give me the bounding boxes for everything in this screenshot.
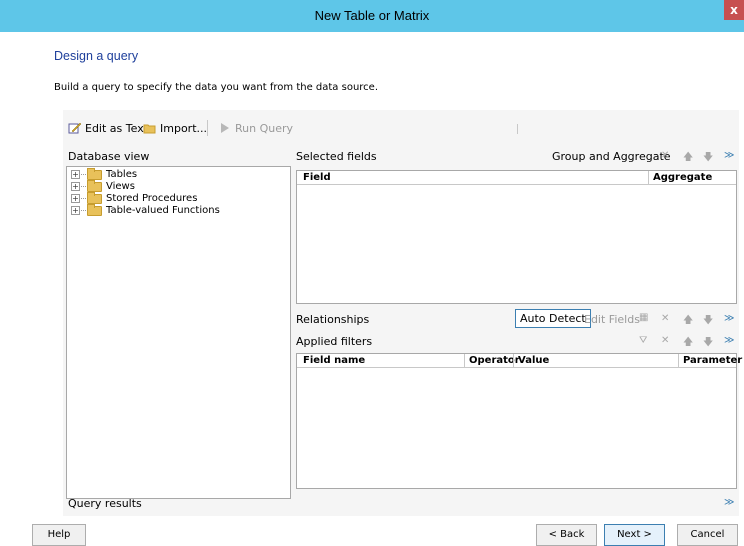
expand-icon[interactable]: ≫ [724, 313, 734, 324]
toolbar-separator [517, 124, 518, 134]
close-icon: x [730, 3, 738, 17]
import-button[interactable]: Import... [143, 120, 207, 136]
tree-item-label: Views [106, 181, 135, 192]
tree-connector [81, 210, 86, 211]
collapse-icon[interactable]: ≫ [724, 335, 734, 346]
help-button[interactable]: Help [32, 524, 86, 546]
expand-icon[interactable]: + [71, 194, 80, 203]
query-results-label: Query results [68, 497, 142, 510]
column-separator [678, 354, 679, 368]
column-separator [648, 171, 649, 185]
next-button[interactable]: Next > [604, 524, 665, 546]
relationships-label: Relationships [296, 313, 370, 326]
page-heading: Design a query [54, 49, 139, 63]
database-view-label: Database view [68, 150, 150, 163]
delete-icon[interactable]: ✕ [661, 335, 669, 346]
expand-icon[interactable]: + [71, 170, 80, 179]
tree-connector [81, 198, 86, 199]
folder-icon [87, 203, 102, 216]
column-header-parameter: Parameter [683, 355, 743, 366]
tree: + Tables + Views + Stored Procedures + T… [71, 167, 220, 217]
tree-item-stored-procedures[interactable]: + Stored Procedures [71, 191, 220, 204]
query-toolbar: Edit as Text Import... Run Query [63, 110, 739, 144]
database-view-tree[interactable]: + Tables + Views + Stored Procedures + T… [66, 166, 291, 499]
applied-filters-header: Field name Operator Value Parameter [297, 354, 742, 368]
edit-text-icon [68, 122, 82, 134]
title-bar: New Table or Matrix x [0, 0, 744, 32]
group-and-aggregate-toggle[interactable]: Group and Aggregate [552, 150, 671, 163]
column-header-value: Value [518, 355, 550, 366]
column-separator [513, 354, 514, 368]
tree-item-label: Table-valued Functions [106, 205, 220, 216]
window-title: New Table or Matrix [314, 8, 430, 23]
cancel-button[interactable]: Cancel [677, 524, 738, 546]
column-header-field: Field [303, 172, 331, 183]
folder-icon [87, 167, 102, 180]
arrow-down-icon[interactable]: 🡇 [703, 150, 713, 167]
tree-item-tables[interactable]: + Tables [71, 167, 220, 180]
selected-fields-grid[interactable]: Field Aggregate [296, 170, 737, 304]
toolbar-separator [207, 120, 208, 136]
close-button[interactable]: x [724, 0, 744, 20]
delete-icon[interactable]: ✕ [661, 150, 669, 161]
page-description: Build a query to specify the data you wa… [54, 82, 378, 93]
collapse-icon[interactable]: ≫ [724, 150, 734, 161]
selected-fields-header: Field Aggregate [297, 171, 736, 185]
applied-filters-grid[interactable]: Field name Operator Value Parameter [296, 353, 742, 489]
edit-fields-button[interactable]: Edit Fields [584, 313, 640, 326]
edit-as-text-label: Edit as Text [85, 121, 149, 135]
applied-filters-label: Applied filters [296, 335, 373, 348]
open-folder-icon [143, 124, 156, 134]
import-label: Import... [160, 121, 207, 135]
column-separator [464, 354, 465, 368]
tree-connector [81, 174, 86, 175]
filter-icon[interactable]: ⛛ [639, 335, 647, 346]
expand-icon[interactable]: ≫ [724, 497, 734, 508]
edit-as-text-button[interactable]: Edit as Text [68, 120, 148, 136]
folder-icon [87, 191, 102, 204]
arrow-down-icon[interactable]: 🡇 [703, 335, 713, 352]
tree-item-label: Tables [106, 169, 138, 180]
back-button[interactable]: < Back [536, 524, 597, 546]
delete-icon[interactable]: ✕ [661, 313, 669, 324]
arrow-up-icon[interactable]: 🡅 [683, 150, 693, 167]
run-query-label: Run Query [235, 121, 294, 135]
arrow-up-icon[interactable]: 🡅 [683, 313, 693, 330]
selected-fields-label: Selected fields [296, 150, 377, 163]
tree-item-label: Stored Procedures [106, 193, 198, 204]
arrow-up-icon[interactable]: 🡅 [683, 335, 693, 352]
grid-icon[interactable]: ▦ [639, 312, 648, 323]
auto-detect-button[interactable]: Auto Detect [515, 309, 591, 328]
folder-icon [87, 179, 102, 192]
run-icon [221, 123, 229, 133]
tree-connector [81, 186, 86, 187]
expand-icon[interactable]: + [71, 182, 80, 191]
column-header-aggregate: Aggregate [653, 172, 713, 183]
column-header-field-name: Field name [303, 355, 366, 366]
tree-item-views[interactable]: + Views [71, 179, 220, 192]
arrow-down-icon[interactable]: 🡇 [703, 313, 713, 330]
run-query-button[interactable]: Run Query [218, 120, 293, 136]
query-designer: Edit as Text Import... Run Query Databas… [63, 110, 742, 516]
tree-item-table-valued-functions[interactable]: + Table-valued Functions [71, 203, 220, 216]
expand-icon[interactable]: + [71, 206, 80, 215]
